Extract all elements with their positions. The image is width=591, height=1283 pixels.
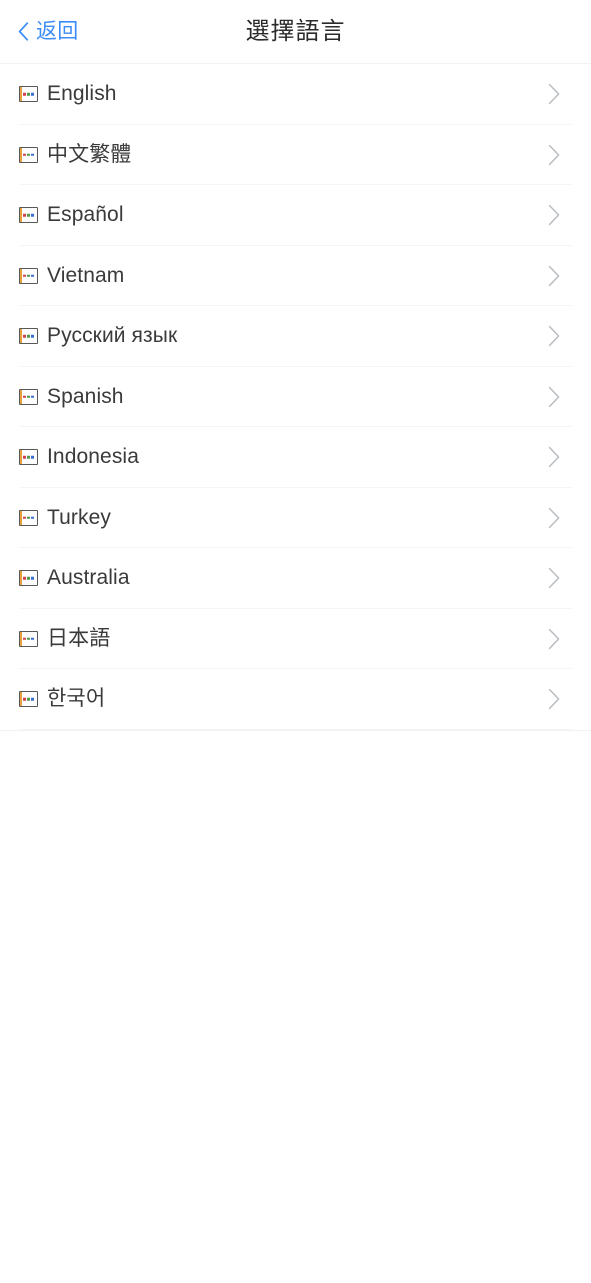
broken-image-placeholder-icon bbox=[19, 691, 38, 708]
chevron-right-icon bbox=[548, 144, 561, 166]
list-item[interactable]: Español bbox=[0, 185, 591, 246]
list-item[interactable]: 日本語 bbox=[0, 608, 591, 669]
broken-image-placeholder-icon bbox=[19, 509, 38, 526]
back-button[interactable]: 返回 bbox=[18, 0, 86, 63]
list-item-label: Русский язык bbox=[47, 324, 178, 348]
broken-image-placeholder-icon bbox=[19, 449, 38, 466]
list-item-label: 中文繁體 bbox=[47, 142, 132, 166]
list-item[interactable]: 中文繁體 bbox=[0, 124, 591, 185]
chevron-right-icon bbox=[548, 386, 561, 408]
navigation-bar: 返回 選擇語言 bbox=[0, 0, 591, 64]
back-button-label: 返回 bbox=[36, 20, 79, 43]
list-item-label: Español bbox=[47, 203, 124, 227]
chevron-right-icon bbox=[548, 446, 561, 468]
list-item-label: Vietnam bbox=[47, 263, 125, 287]
chevron-right-icon bbox=[548, 265, 561, 287]
list-item[interactable]: Turkey bbox=[0, 487, 591, 548]
broken-image-placeholder-icon bbox=[19, 388, 38, 405]
chevron-right-icon bbox=[548, 204, 561, 226]
broken-image-placeholder-icon bbox=[19, 570, 38, 587]
list-item-label: 한국어 bbox=[47, 687, 106, 711]
page-title: 選擇語言 bbox=[245, 17, 346, 45]
list-item[interactable]: Русский язык bbox=[0, 306, 591, 367]
chevron-right-icon bbox=[548, 628, 561, 650]
list-item[interactable]: English bbox=[0, 64, 591, 125]
chevron-right-icon bbox=[548, 325, 561, 347]
list-item[interactable]: Vietnam bbox=[0, 245, 591, 306]
chevron-right-icon bbox=[548, 507, 561, 529]
list-item-label: Spanish bbox=[47, 384, 124, 408]
list-item-label: 日本語 bbox=[47, 626, 111, 650]
chevron-right-icon bbox=[548, 567, 561, 589]
broken-image-placeholder-icon bbox=[19, 86, 38, 103]
broken-image-placeholder-icon bbox=[19, 146, 38, 163]
broken-image-placeholder-icon bbox=[19, 267, 38, 284]
chevron-right-icon bbox=[548, 688, 561, 710]
list-item-label: Australia bbox=[47, 566, 130, 590]
language-selection-screen: 返回 選擇語言 English 中文繁體 Español Vietnam Рус… bbox=[0, 0, 591, 1283]
broken-image-placeholder-icon bbox=[19, 328, 38, 345]
list-item[interactable]: Australia bbox=[0, 548, 591, 609]
chevron-right-icon bbox=[548, 83, 561, 105]
list-item-label: English bbox=[47, 82, 117, 106]
broken-image-placeholder-icon bbox=[19, 630, 38, 647]
list-item-label: Turkey bbox=[47, 505, 111, 529]
broken-image-placeholder-icon bbox=[19, 207, 38, 224]
list-item[interactable]: Spanish bbox=[0, 366, 591, 427]
chevron-left-icon bbox=[18, 22, 29, 41]
list-item[interactable]: Indonesia bbox=[0, 427, 591, 488]
language-list: English 中文繁體 Español Vietnam Русский язы… bbox=[0, 64, 591, 731]
list-item[interactable]: 한국어 bbox=[0, 669, 591, 730]
list-item-label: Indonesia bbox=[47, 445, 139, 469]
